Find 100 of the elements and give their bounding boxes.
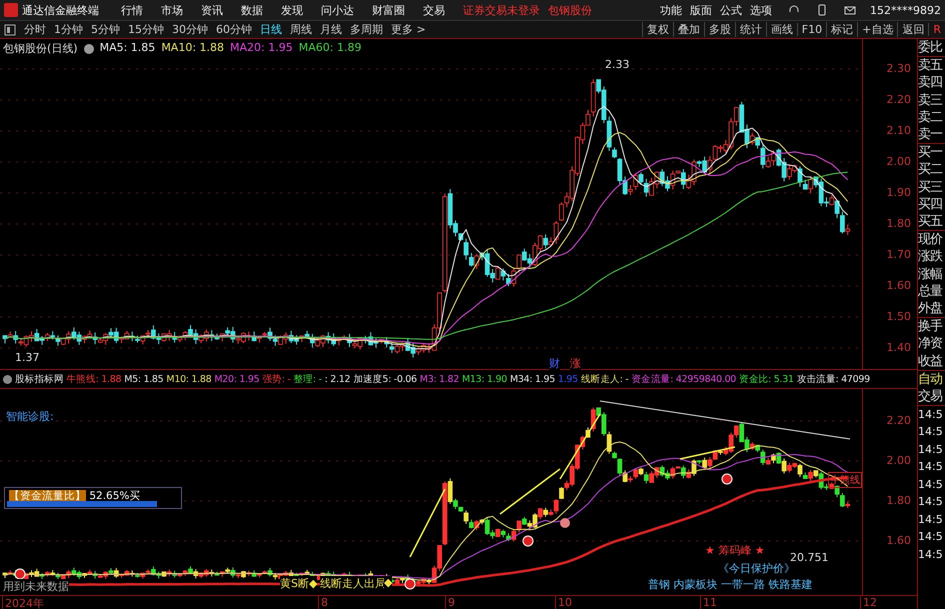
period-tab[interactable]: 60分钟 xyxy=(212,22,256,37)
high-price-label: 2.33 xyxy=(605,58,630,71)
panel-toggle-icon[interactable] xyxy=(4,24,16,36)
period-tab[interactable]: 月线 xyxy=(316,22,346,37)
indicator-legend: M10: 1.88 xyxy=(166,374,212,384)
price-axis-label: 1.90 xyxy=(886,186,911,199)
mail-icon[interactable] xyxy=(844,4,856,16)
chart-tool-button[interactable]: 统计 xyxy=(734,22,766,37)
app-logo-icon xyxy=(4,3,18,17)
period-tab[interactable]: 周线 xyxy=(286,22,316,37)
period-tab[interactable]: 15分钟 xyxy=(124,22,168,37)
trade-label: 交易 xyxy=(918,388,945,406)
low-price-label: 1.37 xyxy=(15,351,40,364)
quote-label: 外盘 xyxy=(918,300,944,318)
ma-legend: MA20: 1.95 xyxy=(230,41,293,56)
quote-label: 买三 xyxy=(918,178,944,196)
indicator-legend: 线断走人: - xyxy=(580,372,628,386)
menu-item[interactable]: 问小达 xyxy=(321,2,354,18)
chip-value: 20.751 xyxy=(790,551,828,564)
menu-item[interactable]: 交易 xyxy=(423,2,445,18)
chart-title: 包钢股份(日线) xyxy=(3,41,78,56)
trade-time: 14:5 xyxy=(918,406,944,423)
menu-item[interactable]: 版面 xyxy=(690,2,712,18)
quote-label: 卖一 xyxy=(918,126,944,144)
menu-item[interactable]: 行情 xyxy=(121,2,143,18)
menu-item[interactable]: 发现 xyxy=(281,2,303,18)
chart-tool-button[interactable]: +自选 xyxy=(857,22,898,37)
chart-tool-button[interactable]: 返回 xyxy=(897,22,928,37)
quote-label: 卖二 xyxy=(918,108,944,126)
price-axis-label: 1.60 xyxy=(886,534,911,547)
quote-label: 换手 xyxy=(918,317,945,336)
quote-label: 总量 xyxy=(918,282,944,300)
period-tab[interactable]: 1分钟 xyxy=(50,22,87,37)
trend-line xyxy=(409,488,446,558)
indicator-legend: M20: 1.95 xyxy=(214,374,260,384)
trade-label: 自动 xyxy=(918,370,945,388)
indicator-legend: : 2.12 xyxy=(324,374,350,384)
date-axis-label: 10 xyxy=(555,596,572,609)
period-tab[interactable]: 分时 xyxy=(20,22,50,37)
flag-label: 涨 xyxy=(570,356,581,371)
price-axis-label: 2.30 xyxy=(886,62,911,75)
trade-time: 14:5 xyxy=(918,512,944,528)
signal-label: 黄S断◆ xyxy=(280,576,318,591)
quote-label: 买五 xyxy=(918,213,944,230)
date-axis-label: 9 xyxy=(445,596,455,609)
indicator-legend: 加速度5: -0.06 xyxy=(353,372,417,386)
menu-item[interactable]: 市场 xyxy=(161,2,183,18)
period-tab[interactable]: 5分钟 xyxy=(87,22,124,37)
signal-marker-icon xyxy=(722,474,732,484)
chip-peak-label: ★ 筹码峰 ★ xyxy=(705,543,765,558)
chart-tool-button[interactable]: 叠加 xyxy=(672,22,704,37)
quote-label: 卖三 xyxy=(918,92,944,109)
indicator-legend: 整理: - xyxy=(294,372,322,386)
chart-tool-button[interactable]: 复权 xyxy=(642,22,673,37)
chart-tool-button[interactable]: 标记 xyxy=(826,22,858,37)
chart-tool-button[interactable]: 画线 xyxy=(766,22,797,37)
date-axis-label: 2024年 xyxy=(2,596,44,609)
trade-time: 14:5 xyxy=(918,442,944,458)
menu-item[interactable]: 数据 xyxy=(241,2,263,18)
quote-label: 买二 xyxy=(918,161,944,179)
price-axis-label: 1.80 xyxy=(886,217,911,230)
menu-item[interactable]: 资讯 xyxy=(201,2,223,18)
ma-legend: MA60: 1.89 xyxy=(298,41,362,56)
indicator-legend: M3: 1.82 xyxy=(420,374,460,384)
quote-label: 涨跌 xyxy=(918,248,944,266)
trend-line xyxy=(680,446,736,460)
settings-icon[interactable] xyxy=(84,44,94,54)
trade-time: 14:5 xyxy=(918,494,944,510)
dropdown-icon[interactable] xyxy=(3,374,12,384)
sector-tags: 普钢 内蒙板块 一带一路 铁路基建 xyxy=(648,577,812,592)
price-axis-label: 1.40 xyxy=(886,341,911,354)
app-title: 通达信金融终端 xyxy=(22,2,99,18)
phone-icon[interactable] xyxy=(816,4,828,16)
trade-time: 14:5 xyxy=(918,546,944,563)
period-tab[interactable]: 30分钟 xyxy=(168,22,212,37)
menu-item[interactable]: 公式 xyxy=(720,2,742,18)
chart-tool-button[interactable]: F10 xyxy=(796,23,826,36)
trade-time: 14:5 xyxy=(918,476,944,493)
period-tab[interactable]: 多周期 xyxy=(346,22,387,37)
chart-tool-button[interactable]: 多股 xyxy=(704,22,735,37)
indicator-legend: 股标指标网 xyxy=(15,372,64,386)
date-axis-label: 12 xyxy=(860,596,877,609)
price-axis-label: 2.10 xyxy=(886,124,911,137)
indicator-legend: 强势: - xyxy=(262,372,291,386)
indicator-legend: 攻击流量: 47099 xyxy=(796,372,870,386)
price-axis-label: 1.70 xyxy=(886,248,911,261)
quote-label: 现价 xyxy=(918,230,945,248)
menu-item[interactable]: 功能 xyxy=(660,2,682,18)
price-axis-label: 2.00 xyxy=(886,454,911,467)
chart-tool-button[interactable]: R xyxy=(928,23,945,36)
quote-label: 收益 xyxy=(918,352,944,370)
period-tab[interactable]: 日线 xyxy=(256,22,286,37)
price-axis-label: 2.20 xyxy=(886,414,911,427)
period-tab[interactable]: 更多 > xyxy=(387,22,430,37)
account-id[interactable]: 152****9892 xyxy=(870,4,941,16)
future-data-note: 用到未来数据 xyxy=(3,579,69,594)
menu-item[interactable]: 财富圈 xyxy=(372,2,405,18)
signal-marker-icon xyxy=(560,518,570,528)
price-axis-label: 1.80 xyxy=(886,494,911,507)
menu-item[interactable]: 选项 xyxy=(750,2,772,18)
